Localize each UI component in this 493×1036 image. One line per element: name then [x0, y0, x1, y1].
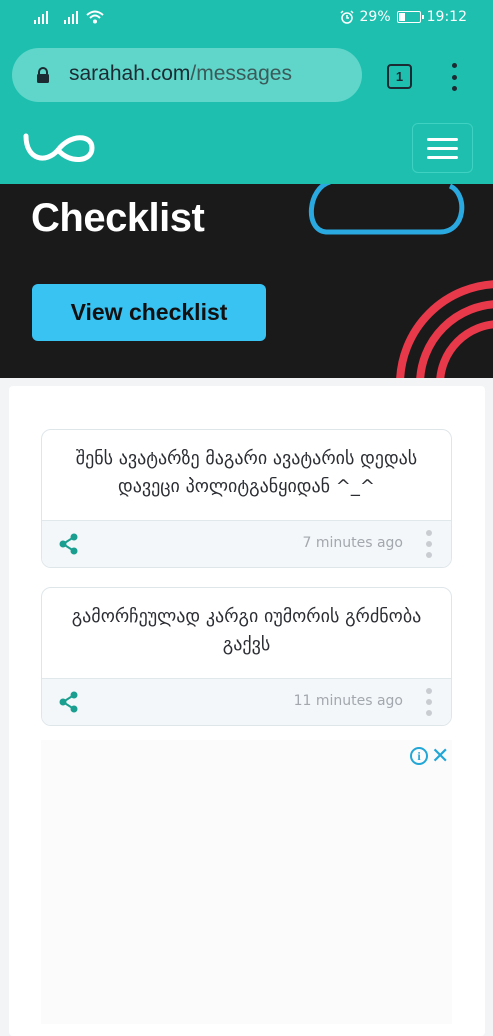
signal-icon — [34, 10, 48, 24]
wifi-icon — [86, 10, 104, 24]
tab-switcher-button[interactable]: 1 — [387, 64, 412, 89]
battery-percent: 29% — [359, 9, 391, 25]
message-text: შენს ავატარზე მაგარი ავატარის დედას დავე… — [75, 448, 418, 497]
status-bar: 29% 19:12 — [0, 0, 493, 36]
battery-icon — [396, 11, 424, 23]
message-card: შენს ავატარზე მაგარი ავატარის დედას დავე… — [41, 429, 452, 568]
ad-banner[interactable]: Checklist View checklist — [0, 184, 493, 378]
url-text: sarahah.com/messages — [69, 62, 292, 86]
view-checklist-button[interactable]: View checklist — [32, 284, 266, 341]
message-footer: 7 minutes ago — [42, 520, 451, 567]
hamburger-menu-icon[interactable] — [412, 123, 473, 173]
message-time: 7 minutes ago — [302, 535, 403, 551]
cloud-outline-graphic — [309, 184, 465, 235]
more-options-icon[interactable] — [425, 688, 433, 716]
message-card: გამორჩეულად კარგი იუმორის გრძნობა გაქვს … — [41, 587, 452, 726]
share-icon[interactable] — [58, 533, 80, 555]
share-icon[interactable] — [58, 691, 80, 713]
alarm-icon — [339, 10, 354, 24]
red-rings-graphic — [396, 280, 493, 378]
address-bar[interactable]: sarahah.com/messages — [12, 48, 362, 102]
url-path: /messages — [190, 62, 292, 85]
ad-close-icon[interactable]: ✕ — [431, 744, 449, 769]
site-header — [0, 114, 493, 184]
message-text: გამორჩეულად კარგი იუმორის გრძნობა გაქვს — [71, 606, 422, 655]
browser-menu-icon[interactable] — [448, 63, 460, 91]
message-time: 11 minutes ago — [293, 693, 403, 709]
ad-info-icon[interactable]: i — [410, 747, 428, 765]
browser-toolbar: sarahah.com/messages 1 — [0, 36, 493, 114]
signal-icon-2 — [64, 10, 78, 24]
more-options-icon[interactable] — [425, 530, 433, 558]
sarahah-logo[interactable] — [20, 128, 96, 168]
url-host: sarahah.com — [69, 62, 191, 85]
message-footer: 11 minutes ago — [42, 678, 451, 725]
clock: 19:12 — [426, 9, 467, 25]
ad-placeholder[interactable] — [41, 740, 452, 1024]
banner-title: Checklist — [31, 196, 205, 240]
lock-icon — [37, 67, 49, 83]
